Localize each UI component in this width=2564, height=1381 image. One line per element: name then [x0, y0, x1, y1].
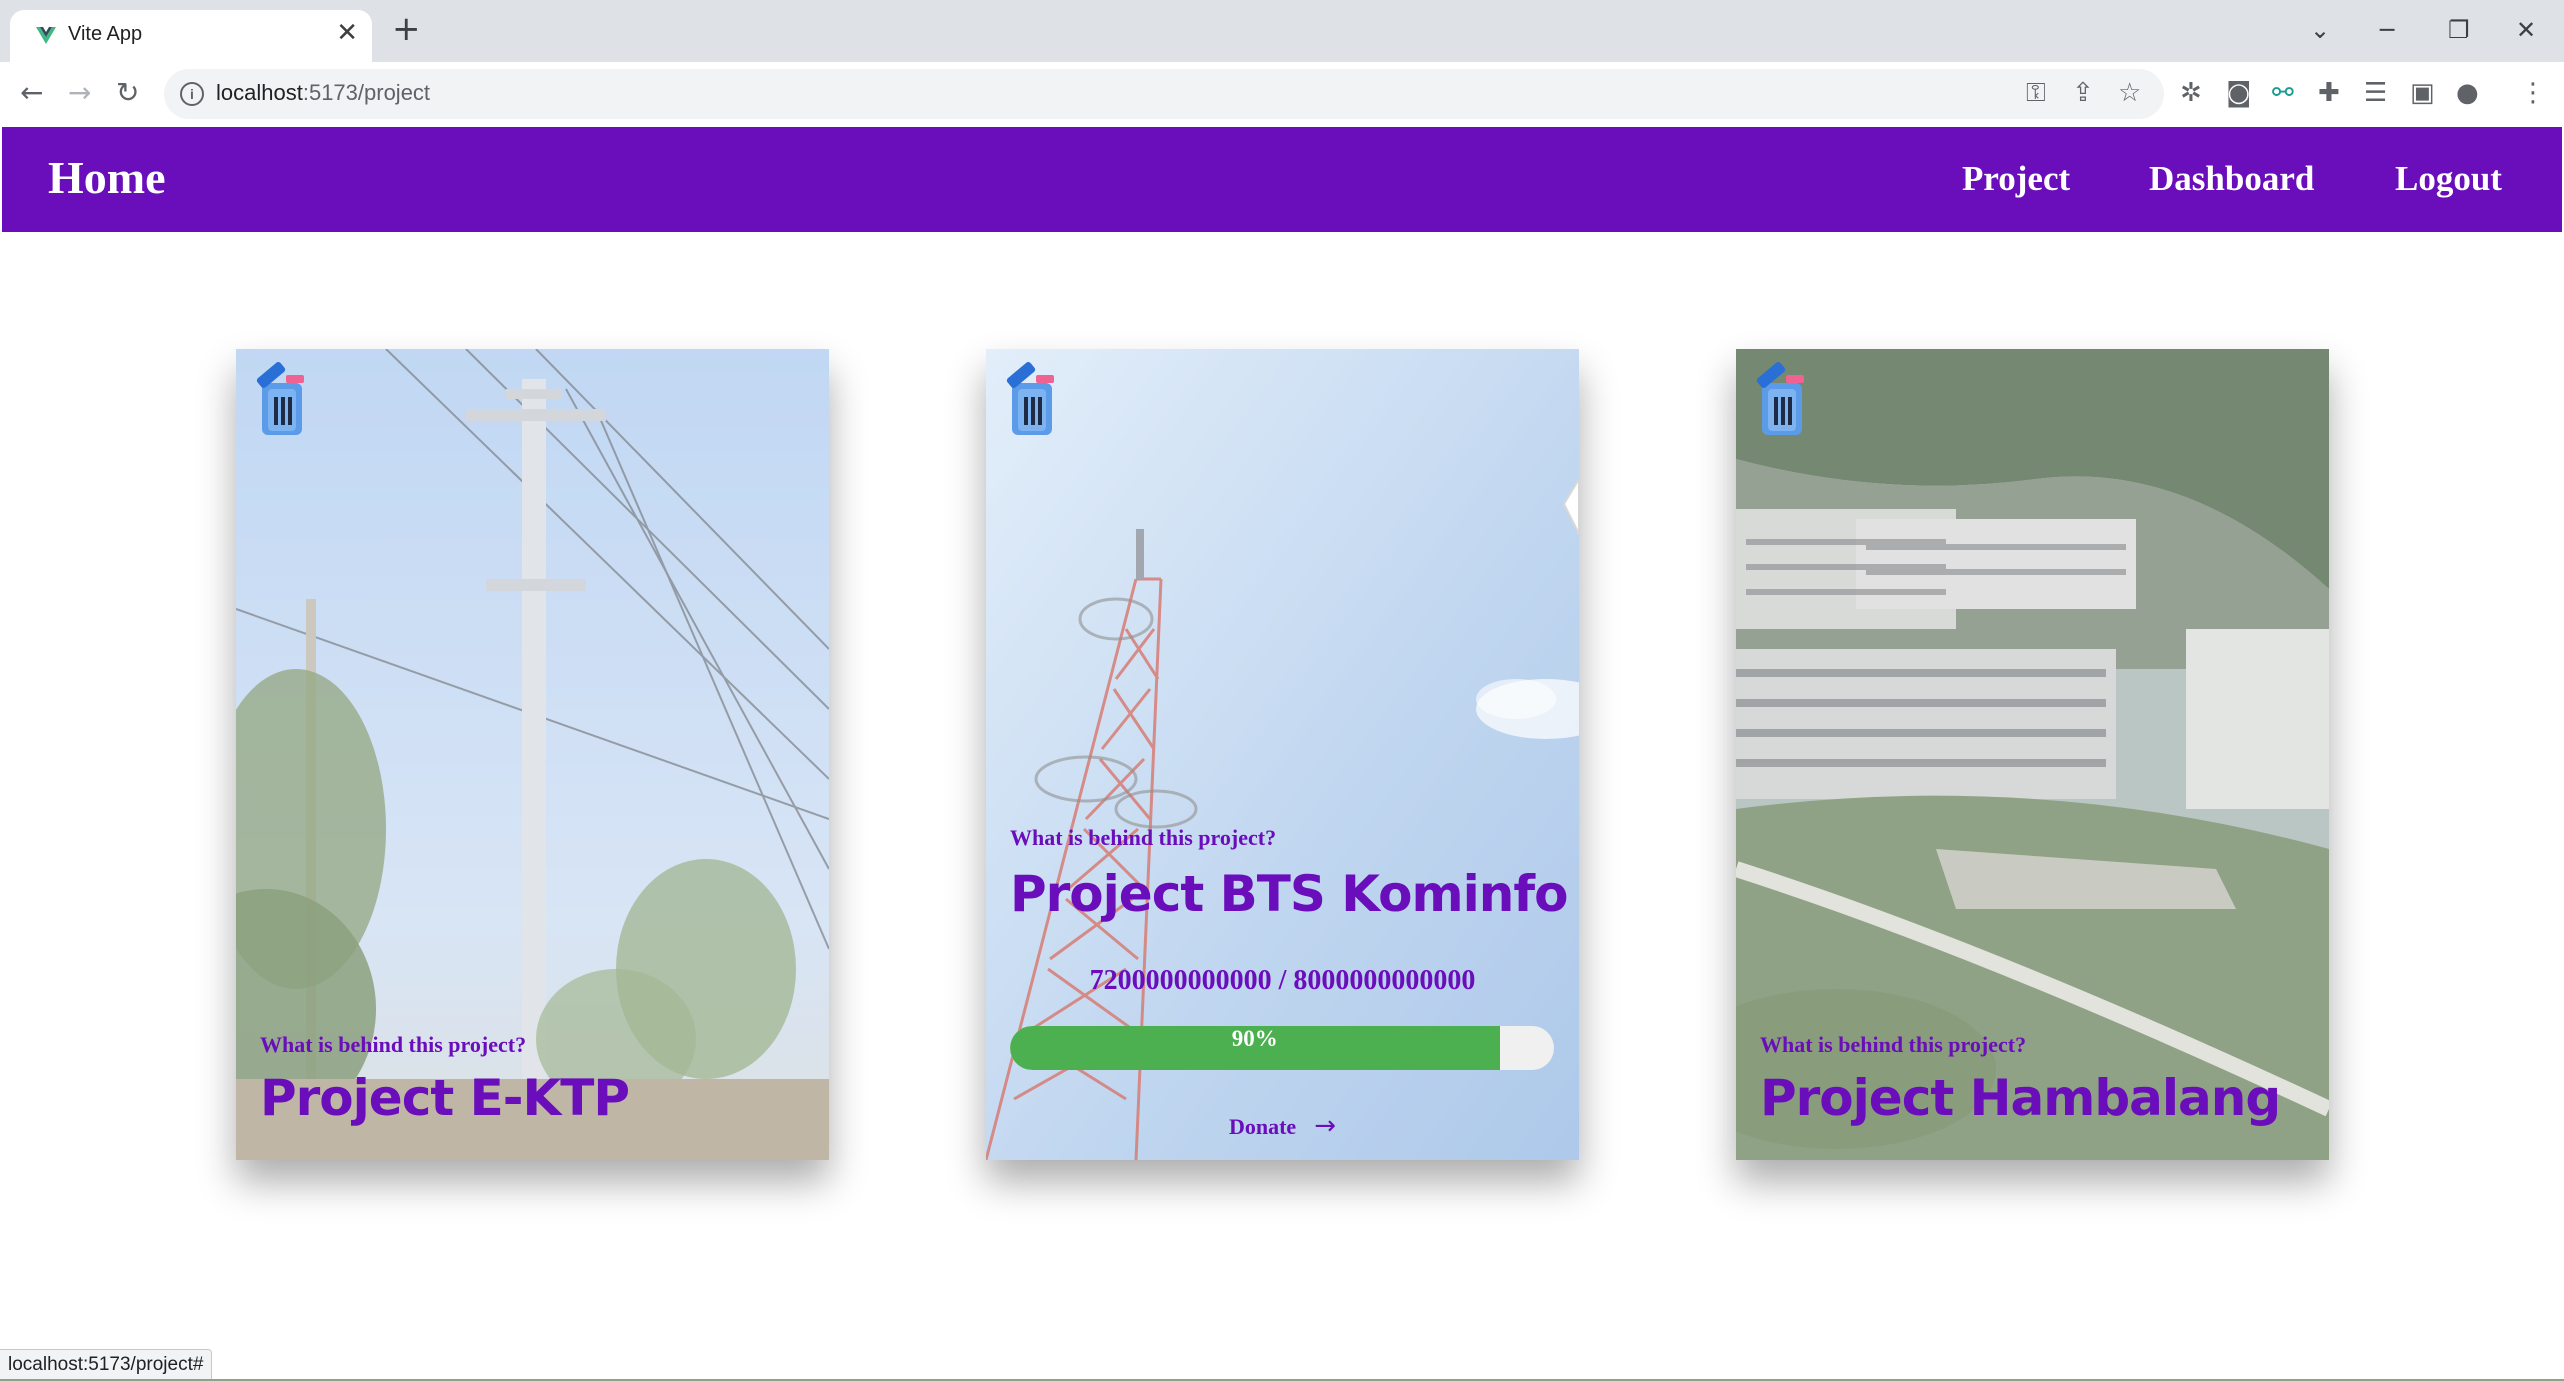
funding-amount: 7200000000000 / 8000000000000	[1089, 965, 1476, 996]
camera-extension-icon[interactable]: ◙	[2226, 78, 2251, 108]
app-navbar: Home Project Dashboard Logout	[2, 127, 2562, 232]
card-title: Project E-KTP	[260, 1069, 630, 1127]
home-link[interactable]: Home	[48, 151, 166, 204]
extensions-puzzle-icon[interactable]: ✚	[2318, 78, 2340, 108]
card-subtitle: What is behind this project?	[1760, 1032, 2027, 1057]
tab-search-icon[interactable]: ⌄	[2310, 16, 2330, 44]
bookmark-star-icon[interactable]: ☆	[2118, 78, 2141, 108]
donate-label: Donate	[1228, 1114, 1297, 1139]
close-tab-icon[interactable]: ✕	[336, 18, 358, 48]
close-window-icon[interactable]: ✕	[2516, 16, 2536, 44]
card-subtitle: What is behind this project?	[1010, 825, 1277, 850]
delete-trash-icon[interactable]	[1002, 359, 1064, 439]
back-icon[interactable]: ←	[20, 76, 43, 109]
tab-title: Vite App	[68, 23, 143, 45]
nav-link-logout[interactable]: Logout	[2395, 159, 2502, 199]
share-icon[interactable]: ⇪	[2072, 78, 2094, 108]
new-tab-button[interactable]: +	[392, 12, 421, 46]
nav-link-dashboard[interactable]: Dashboard	[2149, 159, 2314, 199]
card-title: Project Hambalang	[1760, 1069, 2281, 1127]
browser-menu-icon[interactable]: ⋮	[2520, 78, 2546, 108]
restore-icon[interactable]: ❐	[2448, 16, 2470, 44]
nav-link-project[interactable]: Project	[1962, 159, 2070, 199]
card-subtitle: What is behind this project?	[260, 1032, 527, 1057]
project-card[interactable]: What is behind this project? Project BTS…	[986, 349, 1579, 1160]
card-title: Project BTS Kominfo	[1010, 865, 1568, 923]
delete-trash-icon[interactable]	[1752, 359, 1814, 439]
delete-trash-icon[interactable]	[252, 359, 314, 439]
side-panel-icon[interactable]: ▣	[2410, 78, 2435, 108]
status-bar-url: localhost:5173/project#	[0, 1349, 213, 1381]
project-card[interactable]: What is behind this project? Project Ham…	[1736, 349, 2329, 1160]
bug-extension-icon[interactable]: ✲	[2180, 78, 2202, 108]
funding-progress-bar: 90%	[1010, 1026, 1554, 1070]
address-bar[interactable]: i localhost:5173/project ⚿ ⇪ ☆	[164, 69, 2164, 119]
progress-label: 90%	[1231, 1026, 1278, 1051]
project-card[interactable]: What is behind this project? Project E-K…	[236, 349, 829, 1160]
site-info-icon[interactable]: i	[180, 82, 204, 106]
vue-logo-icon	[36, 27, 56, 44]
browser-tab-strip: Vite App ✕ + ⌄ ─ ❐ ✕	[0, 0, 2564, 62]
minimize-icon[interactable]: ─	[2380, 16, 2394, 44]
reload-icon[interactable]: ↻	[116, 76, 139, 109]
browser-toolbar: ← → ↻ i localhost:5173/project ⚿ ⇪ ☆ ✲ ◙…	[0, 62, 2564, 126]
profile-avatar-icon[interactable]: ●	[2456, 78, 2479, 108]
url-text: localhost:5173/project	[216, 80, 431, 105]
forward-icon[interactable]: →	[68, 76, 91, 109]
translate-extension-icon[interactable]: ⚯	[2272, 78, 2294, 108]
browser-tab[interactable]: Vite App ✕	[10, 10, 372, 62]
arrow-right-icon: →	[1314, 1111, 1336, 1141]
password-key-icon[interactable]: ⚿	[2026, 78, 2046, 109]
reading-list-icon[interactable]: ☰	[2364, 78, 2387, 108]
donate-button[interactable]: Donate →	[986, 1111, 1579, 1141]
